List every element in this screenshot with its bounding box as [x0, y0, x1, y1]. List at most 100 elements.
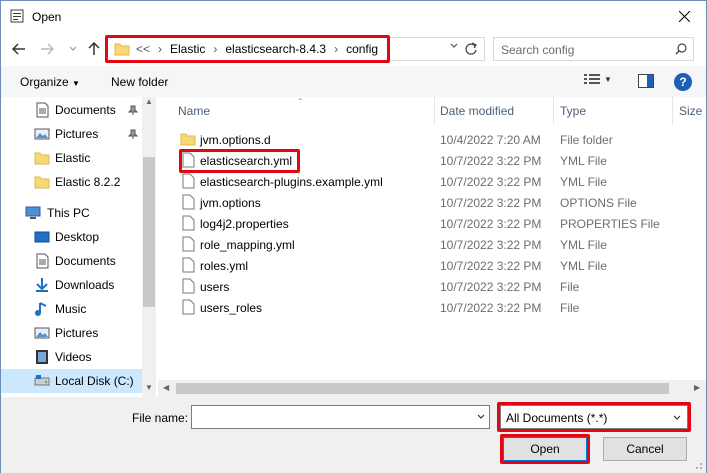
- file-name: users_roles: [200, 301, 263, 315]
- sidebar-item-music[interactable]: Music: [1, 297, 142, 321]
- file-icon: [182, 257, 195, 273]
- sidebar-item-videos[interactable]: Videos: [1, 345, 142, 369]
- details-view-icon: [584, 74, 600, 84]
- search-field[interactable]: Search config: [493, 37, 694, 61]
- sidebar-item-label: Documents: [55, 254, 116, 268]
- sidebar-item-local-disk[interactable]: Local Disk (C:): [1, 369, 142, 393]
- file-date: 10/7/2022 3:22 PM: [440, 301, 542, 315]
- scroll-right-icon[interactable]: ▶: [694, 383, 700, 392]
- folder-icon: [180, 133, 196, 146]
- close-button[interactable]: [662, 1, 706, 32]
- file-date: 10/4/2022 7:20 AM: [440, 133, 541, 147]
- file-row-roles[interactable]: roles.yml 10/7/2022 3:22 PM YML File: [158, 255, 706, 276]
- file-row-plugins-example[interactable]: elasticsearch-plugins.example.yml 10/7/2…: [158, 171, 706, 192]
- sidebar-item-documents[interactable]: Documents: [1, 249, 142, 273]
- window-title: Open: [32, 10, 62, 24]
- scroll-up-icon[interactable]: ▲: [145, 97, 153, 106]
- new-folder-button[interactable]: New folder: [111, 75, 168, 89]
- sidebar-item-elastic[interactable]: Elastic: [1, 146, 142, 170]
- file-row-users[interactable]: users 10/7/2022 3:22 PM File: [158, 276, 706, 297]
- column-header-size[interactable]: Size: [679, 97, 702, 124]
- chevron-down-icon: [69, 46, 77, 51]
- file-row-jvm-options-d[interactable]: jvm.options.d 10/4/2022 7:20 AM File fol…: [158, 129, 706, 150]
- pictures-icon: [34, 327, 50, 339]
- sidebar-item-pictures-quick[interactable]: Pictures: [1, 122, 142, 146]
- recent-locations-button[interactable]: [65, 41, 81, 57]
- sidebar-item-elastic-822[interactable]: Elastic 8.2.2: [1, 170, 142, 194]
- sort-ascending-icon: ⌃: [297, 97, 304, 106]
- pin-icon: [127, 128, 139, 142]
- file-highlight-box: [179, 149, 300, 173]
- file-date: 10/7/2022 3:22 PM: [440, 217, 542, 231]
- change-view-button[interactable]: ▼: [584, 73, 612, 85]
- column-header-date[interactable]: Date modified: [440, 97, 514, 124]
- forward-arrow-icon: [41, 43, 54, 55]
- folder-icon: [34, 176, 50, 189]
- cancel-button[interactable]: Cancel: [603, 437, 687, 461]
- up-button[interactable]: [86, 41, 102, 57]
- sidebar-item-label: Music: [55, 302, 87, 316]
- music-icon: [35, 302, 47, 316]
- pictures-icon: [34, 128, 50, 140]
- file-row-log4j2[interactable]: log4j2.properties 10/7/2022 3:22 PM PROP…: [158, 213, 706, 234]
- documents-icon: [36, 253, 49, 269]
- search-icon: [675, 43, 687, 55]
- file-row-jvm-options[interactable]: jvm.options 10/7/2022 3:22 PM OPTIONS Fi…: [158, 192, 706, 213]
- refresh-icon[interactable]: [464, 42, 478, 56]
- close-icon: [678, 11, 690, 22]
- sidebar-item-label: Videos: [55, 350, 92, 364]
- organize-button[interactable]: Organize ▼: [20, 75, 80, 89]
- sidebar-item-label: Documents: [55, 103, 116, 117]
- file-row-role-mapping[interactable]: role_mapping.yml 10/7/2022 3:22 PM YML F…: [158, 234, 706, 255]
- horizontal-scroll-thumb[interactable]: [176, 383, 669, 394]
- column-header-type[interactable]: Type: [560, 97, 586, 124]
- file-row-users-roles[interactable]: users_roles 10/7/2022 3:22 PM File: [158, 297, 706, 318]
- file-name-dropdown-icon[interactable]: [477, 414, 485, 420]
- forward-button[interactable]: [39, 41, 55, 57]
- pin-icon: [127, 104, 139, 118]
- horizontal-scrollbar[interactable]: ◀ ▶: [158, 380, 706, 397]
- resize-grip-icon[interactable]: [693, 460, 703, 470]
- file-name: roles.yml: [200, 259, 249, 273]
- sidebar-item-desktop[interactable]: Desktop: [1, 225, 142, 249]
- file-icon: [182, 173, 195, 189]
- help-button[interactable]: ?: [674, 73, 692, 91]
- column-header-name[interactable]: Name: [178, 97, 210, 124]
- sidebar-item-label: Elastic 8.2.2: [55, 175, 121, 189]
- sidebar-item-documents-quick[interactable]: Documents: [1, 98, 142, 122]
- file-name-input[interactable]: [191, 405, 490, 429]
- scroll-left-icon[interactable]: ◀: [163, 383, 169, 392]
- file-type: YML File: [560, 154, 607, 168]
- sidebar-item-pictures[interactable]: Pictures: [1, 321, 142, 345]
- chevron-down-icon: ▼: [72, 79, 80, 88]
- file-name-label: File name:: [132, 411, 189, 425]
- sidebar-item-label: Elastic: [55, 151, 91, 165]
- open-dialog: Open << › Elastic › elasticsearch-8.4.3: [0, 0, 707, 473]
- file-type: File folder: [560, 133, 613, 147]
- search-placeholder: Search config: [501, 43, 575, 57]
- column-divider[interactable]: [672, 97, 673, 124]
- file-icon: [182, 194, 195, 210]
- sidebar-item-this-pc[interactable]: This PC: [1, 201, 142, 225]
- title-bar: Open: [1, 1, 706, 32]
- computer-icon: [25, 206, 41, 219]
- file-name: log4j2.properties: [200, 217, 289, 231]
- sidebar-item-label: Downloads: [55, 278, 115, 292]
- back-button[interactable]: [11, 41, 27, 57]
- file-name: jvm.options: [200, 196, 261, 210]
- column-divider[interactable]: [434, 97, 435, 124]
- file-list: ⌃ Name Date modified Type Size jvm.optio…: [158, 97, 706, 397]
- file-name: users: [200, 280, 230, 294]
- scroll-down-icon[interactable]: ▼: [145, 383, 153, 392]
- file-type: YML File: [560, 175, 607, 189]
- address-dropdown-icon[interactable]: [450, 43, 458, 49]
- column-divider[interactable]: [553, 97, 554, 124]
- nav-scroll-thumb[interactable]: [143, 157, 155, 307]
- desktop-icon: [34, 231, 50, 243]
- nav-scrollbar[interactable]: ▲ ▼: [142, 97, 156, 397]
- file-type: YML File: [560, 259, 607, 273]
- preview-pane-icon[interactable]: [638, 74, 654, 88]
- navigation-pane: Documents Pictures Elastic Elastic 8.2.2…: [1, 97, 156, 397]
- sidebar-item-downloads[interactable]: Downloads: [1, 273, 142, 297]
- address-highlight-box: [105, 35, 390, 63]
